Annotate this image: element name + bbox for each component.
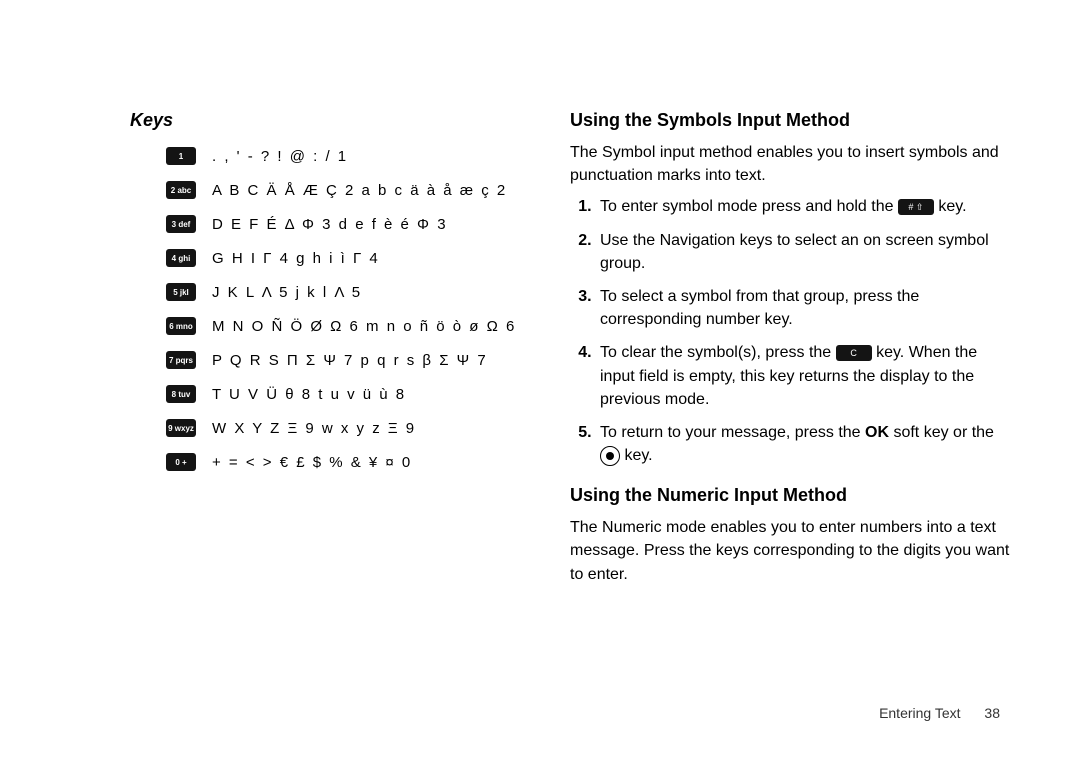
key-row-8: 8 tuv T U V Ü θ 8 t u v ü ù 8	[166, 385, 530, 403]
keypad-7-icon: 7 pqrs	[166, 351, 196, 369]
keypad-1-icon: 1	[166, 147, 196, 165]
right-column: Using the Symbols Input Method The Symbo…	[570, 110, 1010, 731]
step-2: Use the Navigation keys to select an on …	[596, 229, 1010, 275]
key-chars: W X Y Z Ξ 9 w x y z Ξ 9	[212, 420, 416, 437]
page-footer: Entering Text 38	[879, 705, 1000, 721]
key-row-6: 6 mno M N O Ñ Ö Ø Ω 6 m n o ñ ö ò ø Ω 6	[166, 317, 530, 335]
keypad-5-icon: 5 jkl	[166, 283, 196, 301]
key-row-7: 7 pqrs P Q R S Π Σ Ψ 7 p q r s β Σ Ψ 7	[166, 351, 530, 369]
clear-key-icon: C	[836, 345, 872, 361]
center-key-icon	[600, 446, 620, 466]
footer-page-number: 38	[984, 705, 1000, 721]
key-row-1: 1 . , ' - ? ! @ : / 1	[166, 147, 530, 165]
keypad-6-icon: 6 mno	[166, 317, 196, 335]
key-row-4: 4 ghi G H I Γ 4 g h i ì Γ 4	[166, 249, 530, 267]
key-chars: A B C Ä Å Æ Ç 2 a b c ä à å æ ç 2	[212, 182, 507, 199]
key-list: 1 . , ' - ? ! @ : / 1 2 abc A B C Ä Å Æ …	[166, 147, 530, 471]
keypad-2-icon: 2 abc	[166, 181, 196, 199]
keys-heading: Keys	[130, 110, 530, 131]
keypad-4-icon: 4 ghi	[166, 249, 196, 267]
hash-key-icon: # ⇧	[898, 199, 934, 215]
symbols-steps: To enter symbol mode press and hold the …	[570, 195, 1010, 467]
key-chars: M N O Ñ Ö Ø Ω 6 m n o ñ ö ò ø Ω 6	[212, 318, 516, 335]
step-5: To return to your message, press the OK …	[596, 421, 1010, 467]
ok-softkey-label: OK	[865, 424, 889, 441]
key-chars: . , ' - ? ! @ : / 1	[212, 148, 348, 165]
step-4: To clear the symbol(s), press the C key.…	[596, 341, 1010, 411]
keypad-0-icon: 0 +	[166, 453, 196, 471]
numeric-heading: Using the Numeric Input Method	[570, 485, 1010, 506]
step-1: To enter symbol mode press and hold the …	[596, 195, 1010, 218]
footer-section: Entering Text	[879, 705, 960, 721]
manual-page: Keys 1 . , ' - ? ! @ : / 1 2 abc A B C Ä…	[0, 0, 1080, 771]
symbols-heading: Using the Symbols Input Method	[570, 110, 1010, 131]
symbols-intro: The Symbol input method enables you to i…	[570, 141, 1010, 187]
key-row-2: 2 abc A B C Ä Å Æ Ç 2 a b c ä à å æ ç 2	[166, 181, 530, 199]
key-chars: T U V Ü θ 8 t u v ü ù 8	[212, 386, 406, 403]
key-row-3: 3 def D E F É Δ Φ 3 d e f è é Φ 3	[166, 215, 530, 233]
key-row-9: 9 wxyz W X Y Z Ξ 9 w x y z Ξ 9	[166, 419, 530, 437]
keypad-3-icon: 3 def	[166, 215, 196, 233]
numeric-body: The Numeric mode enables you to enter nu…	[570, 516, 1010, 586]
step-3: To select a symbol from that group, pres…	[596, 285, 1010, 331]
key-chars: J K L Λ 5 j k l Λ 5	[212, 284, 362, 301]
key-row-0: 0 + + = < > € £ $ % & ¥ ¤ 0	[166, 453, 530, 471]
key-row-5: 5 jkl J K L Λ 5 j k l Λ 5	[166, 283, 530, 301]
keypad-9-icon: 9 wxyz	[166, 419, 196, 437]
key-chars: + = < > € £ $ % & ¥ ¤ 0	[212, 454, 412, 471]
key-chars: G H I Γ 4 g h i ì Γ 4	[212, 250, 380, 267]
key-chars: P Q R S Π Σ Ψ 7 p q r s β Σ Ψ 7	[212, 352, 488, 369]
key-chars: D E F É Δ Φ 3 d e f è é Φ 3	[212, 216, 448, 233]
keypad-8-icon: 8 tuv	[166, 385, 196, 403]
left-column: Keys 1 . , ' - ? ! @ : / 1 2 abc A B C Ä…	[130, 110, 530, 731]
